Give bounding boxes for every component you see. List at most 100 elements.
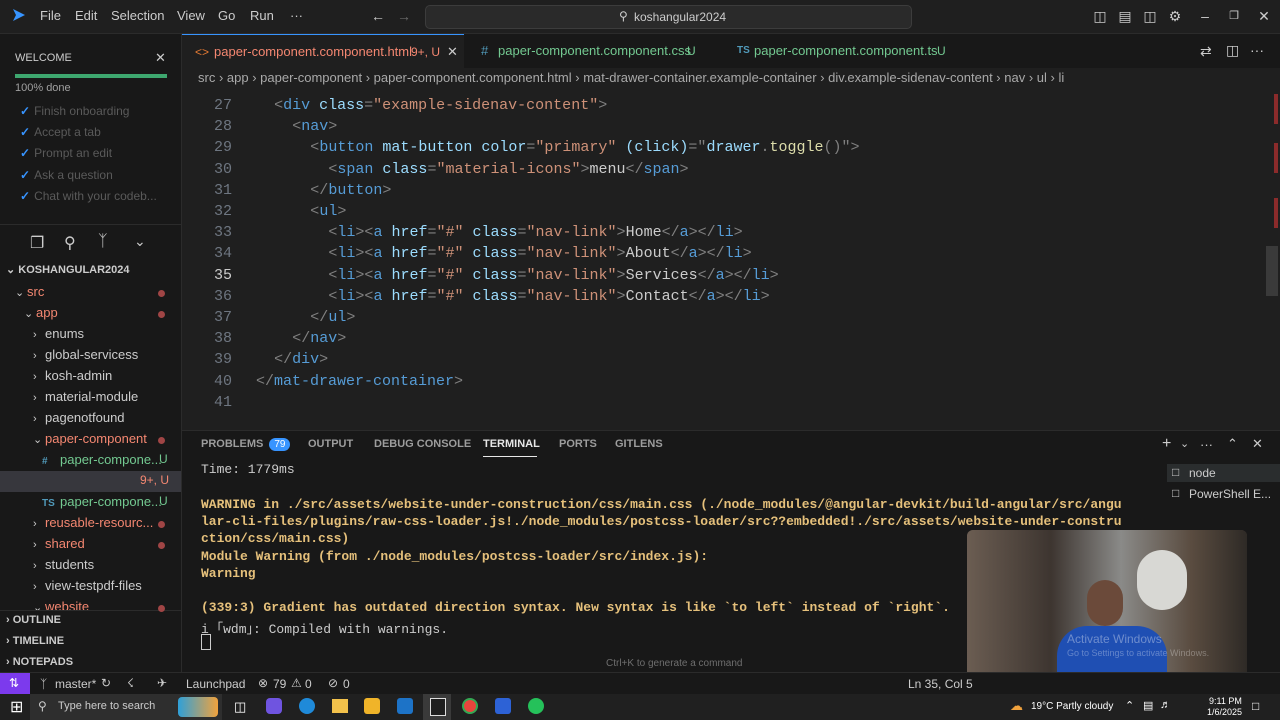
toggle-secondary-sidebar-icon[interactable]: ◫ xyxy=(1142,8,1158,24)
menu-go[interactable]: Go xyxy=(218,8,235,23)
forward-arrow-icon[interactable]: → xyxy=(396,8,412,24)
zoom-icon[interactable] xyxy=(495,698,511,714)
panel-tab[interactable]: OUTPUT xyxy=(308,438,353,450)
explorer-icon[interactable]: ❐ xyxy=(30,233,44,253)
welcome-step[interactable]: ✓ Prompt an edit xyxy=(20,146,112,160)
toggle-sidebar-icon[interactable]: ◫ xyxy=(1092,8,1108,24)
tree-item[interactable]: › enums xyxy=(33,326,84,341)
chevron-down-icon[interactable]: ⌄ xyxy=(1180,437,1189,450)
weather-text[interactable]: 19°C Partly cloudy xyxy=(1031,701,1113,712)
tree-item[interactable]: › kosh-admin xyxy=(33,368,112,383)
menu-run[interactable]: Run xyxy=(250,8,274,23)
command-center-search[interactable]: ⚲ koshangular2024 xyxy=(425,5,912,29)
tab-html[interactable]: <> paper-component.component.html 9+, U … xyxy=(182,34,464,69)
outlook-icon[interactable] xyxy=(397,698,413,714)
store-icon[interactable] xyxy=(364,698,380,714)
git-graph-icon[interactable]: ☇ xyxy=(127,676,134,690)
chrome-icon[interactable] xyxy=(462,698,478,714)
windows-start-icon[interactable]: ⊞ xyxy=(10,697,23,717)
search-view-icon[interactable]: ⚲ xyxy=(64,233,76,253)
terminal-list-item-powershell[interactable]: □ PowerShell E... xyxy=(1167,485,1280,503)
minimize-icon[interactable]: – xyxy=(1197,8,1213,24)
ports-count[interactable]: 0 xyxy=(343,677,350,691)
volume-icon[interactable]: ♬ xyxy=(1160,699,1171,711)
breadcrumb-item[interactable]: li xyxy=(1058,70,1064,85)
maximize-panel-icon[interactable]: ⌃ xyxy=(1227,436,1238,452)
add-terminal-icon[interactable]: + xyxy=(1162,435,1171,453)
breadcrumb-item[interactable]: div.example-sidenav-content xyxy=(828,70,993,85)
welcome-step[interactable]: ✓ Finish onboarding xyxy=(20,104,129,118)
breadcrumb-item[interactable]: app xyxy=(227,70,249,85)
tree-item[interactable]: ⌄ website xyxy=(33,599,89,614)
breadcrumb-item[interactable]: src xyxy=(198,70,215,85)
restore-icon[interactable]: ❐ xyxy=(1226,8,1242,24)
tree-item[interactable]: › global-servicess xyxy=(33,347,138,362)
taskbar-search-box[interactable]: ⚲ Type here to search xyxy=(30,694,222,720)
network-icon[interactable]: ▤ xyxy=(1143,699,1153,712)
welcome-step[interactable]: ✓ Ask a question xyxy=(20,168,113,182)
more-actions-icon[interactable]: ··· xyxy=(1200,437,1213,452)
tab-ts[interactable]: TS paper-component.component.ts U xyxy=(721,34,981,68)
close-welcome-icon[interactable]: ✕ xyxy=(155,50,166,66)
file-explorer-icon[interactable] xyxy=(332,699,348,713)
terminal-list-item-node[interactable]: □ node xyxy=(1167,464,1280,482)
tree-item[interactable]: ⌄ src xyxy=(15,284,44,299)
tree-item[interactable]: ⌄ app xyxy=(24,305,58,320)
tab-css[interactable]: # paper-component.component.css U xyxy=(465,34,720,68)
clock-time[interactable]: 9:11 PM xyxy=(1209,696,1242,706)
breadcrumb-item[interactable]: paper-component xyxy=(260,70,362,85)
welcome-step[interactable]: ✓ Accept a tab xyxy=(20,125,101,139)
breadcrumb-item[interactable]: mat-drawer-container.example-container xyxy=(583,70,816,85)
editor-scrollbar-thumb[interactable] xyxy=(1266,246,1278,296)
menu-more[interactable]: ··· xyxy=(290,8,303,23)
tree-item[interactable]: TS paper-compone... xyxy=(42,494,162,509)
tree-item[interactable]: › pagenotfound xyxy=(33,410,125,425)
source-control-icon[interactable]: ᛉ xyxy=(98,233,108,251)
launchpad-label[interactable]: Launchpad xyxy=(186,677,245,691)
split-editor-icon[interactable]: ◫ xyxy=(1226,42,1239,59)
tree-item[interactable]: › view-testpdf-files xyxy=(33,578,142,593)
whatsapp-icon[interactable] xyxy=(528,698,544,714)
panel-tab[interactable]: DEBUG CONSOLE xyxy=(374,438,471,450)
menu-view[interactable]: View xyxy=(177,8,205,23)
remote-button[interactable]: ⇅ xyxy=(0,673,30,695)
back-arrow-icon[interactable]: ← xyxy=(370,8,386,24)
compare-icon[interactable]: ⇄ xyxy=(1200,43,1212,60)
code-editor[interactable]: 27 <div class="example-sidenav-content"> 2… xyxy=(182,88,1280,424)
task-view-icon[interactable]: ◫ xyxy=(234,699,246,715)
tree-item[interactable]: # paper-compone... xyxy=(42,452,162,467)
clock-date[interactable]: 1/6/2025 xyxy=(1207,707,1242,717)
tree-item[interactable]: › students xyxy=(33,557,94,572)
tree-item[interactable]: › reusable-resourc... xyxy=(33,515,153,530)
sync-icon[interactable]: ↻ xyxy=(101,676,111,690)
notification-icon[interactable]: □ xyxy=(1252,699,1259,713)
notepads-section[interactable]: › NOTEPADS xyxy=(6,656,73,668)
menu-file[interactable]: File xyxy=(40,8,61,23)
outline-section[interactable]: › OUTLINE xyxy=(6,614,61,626)
toggle-panel-icon[interactable]: ▤ xyxy=(1117,8,1133,24)
close-panel-icon[interactable]: ✕ xyxy=(1252,436,1263,452)
breadcrumb-item[interactable]: paper-component.component.html xyxy=(374,70,572,85)
tree-item[interactable]: ⌄ paper-component xyxy=(33,431,147,446)
tray-chevron-icon[interactable]: ⌃ xyxy=(1125,699,1134,712)
menu-selection[interactable]: Selection xyxy=(111,8,164,23)
breadcrumb-item[interactable]: ul xyxy=(1037,70,1047,85)
panel-tab[interactable]: TERMINAL xyxy=(483,438,540,450)
more-actions-icon[interactable]: ··· xyxy=(1250,42,1264,58)
cursor-position[interactable]: Ln 35, Col 5 xyxy=(908,677,973,691)
explorer-root[interactable]: ⌄ KOSHANGULAR2024 xyxy=(6,263,130,276)
branch-name[interactable]: master* xyxy=(55,677,96,691)
welcome-step[interactable]: ✓ Chat with your codeb... xyxy=(20,189,157,203)
timeline-section[interactable]: › TIMELINE xyxy=(6,635,64,647)
breadcrumb-item[interactable]: nav xyxy=(1004,70,1025,85)
close-window-icon[interactable]: ✕ xyxy=(1256,8,1272,24)
gear-icon[interactable]: ⚙ xyxy=(1167,8,1183,24)
tree-item[interactable]: › material-module xyxy=(33,389,138,404)
error-count[interactable]: 79 xyxy=(273,677,286,691)
panel-tab[interactable]: GITLENS xyxy=(615,438,663,450)
copilot-icon[interactable] xyxy=(266,698,282,714)
chevron-down-icon[interactable]: ⌄ xyxy=(134,233,146,250)
edge-icon[interactable] xyxy=(299,698,315,714)
close-tab-icon[interactable]: ✕ xyxy=(447,35,458,69)
warning-count[interactable]: 0 xyxy=(305,677,312,691)
